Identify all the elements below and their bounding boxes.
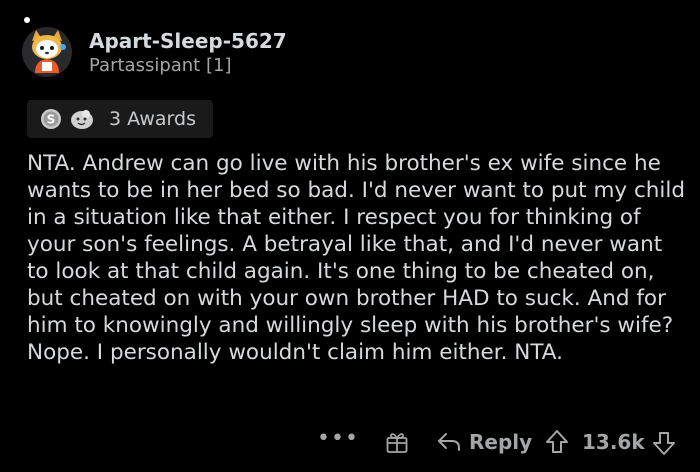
- upvote-arrow-icon[interactable]: [545, 429, 569, 455]
- svg-text:S: S: [47, 113, 56, 127]
- reply-button[interactable]: Reply: [469, 430, 532, 454]
- gift-icon[interactable]: [385, 430, 409, 454]
- more-options-button[interactable]: •••: [317, 426, 359, 451]
- snoo-avatar-icon: [22, 27, 72, 77]
- reply-icon[interactable]: [436, 430, 462, 454]
- wholesome-award-icon: [71, 110, 93, 129]
- awards-bar[interactable]: S 3 Awards: [27, 100, 213, 138]
- username[interactable]: Apart-Sleep-5627: [89, 29, 287, 53]
- user-flair: Partassipant [1]: [89, 55, 232, 76]
- silver-award-icon: S: [41, 109, 61, 129]
- vote-score: 13.6k: [582, 430, 645, 454]
- avatar[interactable]: [22, 27, 72, 77]
- online-dot-icon: [24, 17, 30, 23]
- awards-count-label: 3 Awards: [109, 108, 196, 130]
- downvote-arrow-icon[interactable]: [652, 430, 676, 456]
- comment-body: NTA. Andrew can go live with his brother…: [27, 151, 685, 365]
